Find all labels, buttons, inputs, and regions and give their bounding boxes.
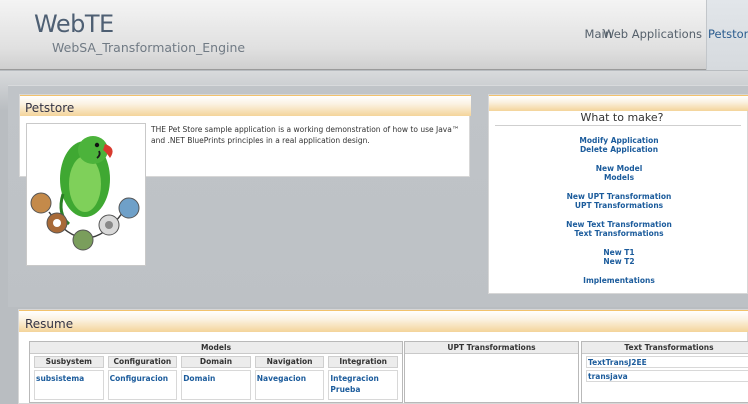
- resume-header: Resume: [19, 310, 748, 332]
- brand-tagline: WebSA_Transformation_Engine: [52, 40, 246, 55]
- column-header-integration: Integration: [328, 356, 398, 368]
- table-cell: subsistema: [34, 370, 104, 400]
- text-transformations-caption: Text Transformations: [582, 342, 748, 354]
- table-cell: Navegacion: [254, 370, 325, 400]
- action-group: New UPT Transformation UPT Transformatio…: [489, 192, 748, 210]
- what-to-make-title: What to make?: [580, 111, 664, 124]
- models-row: subsistema Configuracion Domain Navegaci…: [34, 370, 398, 400]
- action-group: New Model Models: [489, 164, 748, 182]
- prueba-model-link[interactable]: Prueba: [330, 384, 396, 395]
- application-panel-header: Petstore: [20, 95, 471, 116]
- upt-transformations-table: UPT Transformations: [404, 341, 579, 403]
- text-transformation-link[interactable]: TextTransJ2EE: [588, 357, 748, 368]
- models-link[interactable]: Models: [489, 173, 748, 182]
- parrot-icon: [30, 136, 140, 251]
- nav-active-tab[interactable]: Petstore: [706, 0, 748, 70]
- models-caption: Models: [30, 342, 402, 354]
- new-text-transformation-link[interactable]: New Text Transformation: [489, 220, 748, 229]
- nav-web-applications-link[interactable]: Web Applications: [603, 27, 702, 41]
- text-transformations-link[interactable]: Text Transformations: [489, 229, 748, 238]
- action-group: New T1 New T2: [489, 248, 748, 266]
- brand-logo[interactable]: WebTE: [34, 10, 114, 38]
- text-transformations-list: TextTransJ2EE transjava: [586, 356, 748, 384]
- column-header-subsystem: Susbystem: [34, 356, 104, 368]
- text-transformations-table: Text Transformations TextTransJ2EE trans…: [581, 341, 748, 403]
- table-row: transjava: [586, 370, 748, 382]
- table-cell: Integracion Prueba: [328, 370, 398, 400]
- new-upt-transformation-link[interactable]: New UPT Transformation: [489, 192, 748, 201]
- application-title: Petstore: [25, 101, 75, 115]
- models-table: Models Susbystem Configuration Domain Na…: [29, 341, 403, 403]
- upt-transformations-caption: UPT Transformations: [405, 342, 578, 354]
- application-description: THE Pet Store sample application is a wo…: [151, 125, 460, 145]
- table-cell: Configuracion: [107, 370, 178, 400]
- configuration-model-link[interactable]: Configuracion: [110, 373, 176, 384]
- new-t2-link[interactable]: New T2: [489, 257, 748, 266]
- implementations-link[interactable]: Implementations: [489, 276, 748, 285]
- table-cell: Domain: [181, 370, 251, 400]
- text-transformation-link[interactable]: transjava: [588, 371, 748, 382]
- subsystem-model-link[interactable]: subsistema: [36, 373, 102, 384]
- navigation-model-link[interactable]: Navegacion: [257, 373, 323, 384]
- resume-panel: Resume Models Susbystem Configuration Do…: [18, 309, 748, 404]
- column-header-configuration: Configuration: [107, 356, 178, 368]
- new-model-link[interactable]: New Model: [489, 164, 748, 173]
- table-row: TextTransJ2EE: [586, 356, 748, 368]
- what-to-make-panel: What to make? Modify Application Delete …: [488, 94, 748, 294]
- action-group: Implementations: [489, 276, 748, 285]
- action-group: New Text Transformation Text Transformat…: [489, 220, 748, 238]
- action-links-list: Modify Application Delete Application Ne…: [489, 136, 748, 295]
- upt-transformations-link[interactable]: UPT Transformations: [489, 201, 748, 210]
- top-header: WebTE WebSA_Transformation_Engine Main W…: [0, 0, 748, 70]
- petstore-image: [26, 123, 146, 266]
- column-header-domain: Domain: [181, 356, 251, 368]
- what-to-make-header: [489, 95, 748, 111]
- delete-application-link[interactable]: Delete Application: [489, 145, 748, 154]
- nav-petstore-link[interactable]: Petstore: [708, 27, 748, 41]
- action-group: Modify Application Delete Application: [489, 136, 748, 154]
- divider: [495, 125, 741, 126]
- column-header-navigation: Navigation: [254, 356, 325, 368]
- resume-title: Resume: [25, 317, 74, 331]
- modify-application-link[interactable]: Modify Application: [489, 136, 748, 145]
- integration-model-link[interactable]: Integracion: [330, 373, 396, 384]
- models-column-headers: Susbystem Configuration Domain Navigatio…: [34, 356, 398, 368]
- new-t1-link[interactable]: New T1: [489, 248, 748, 257]
- domain-model-link[interactable]: Domain: [183, 373, 249, 384]
